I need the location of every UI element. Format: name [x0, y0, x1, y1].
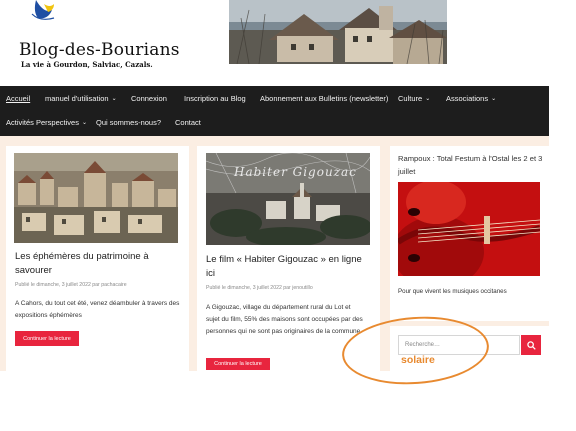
main-nav: Accueil manuel d'utilisation ⌄ Connexion …	[0, 86, 549, 136]
nav-label: Connexion	[131, 94, 167, 103]
header-photo	[229, 0, 447, 64]
nav-item-manuel[interactable]: manuel d'utilisation ⌄	[45, 94, 117, 103]
nav-label: Abonnement aux Bulletins (newsletter)	[260, 94, 389, 103]
nav-label: Accueil	[6, 94, 31, 103]
nav-label: Culture	[398, 94, 423, 103]
post-meta: Publié le dimanche, 3 juillet 2022 par j…	[206, 285, 313, 291]
nav-item-associations[interactable]: Associations ⌄	[446, 94, 496, 103]
nav-label: Contact	[175, 118, 201, 127]
post-title[interactable]: Les éphémères du patrimoine à savourer	[15, 250, 175, 277]
post-thumbnail[interactable]: Habiter Gigouzac	[206, 153, 370, 245]
chevron-down-icon: ⌄	[425, 96, 431, 102]
nav-item-culture[interactable]: Culture ⌄	[398, 94, 430, 103]
post-excerpt: A Gigouzac, village du département rural…	[206, 304, 363, 335]
nav-item-qui-sommes-nous[interactable]: Qui sommes-nous?	[96, 118, 161, 127]
search-icon	[526, 340, 536, 350]
next-post-title-cropped	[15, 364, 105, 368]
page: Blog-des-Bourians La vie à Gourdon, Salv…	[0, 0, 576, 431]
nav-item-newsletter[interactable]: Abonnement aux Bulletins (newsletter)	[260, 94, 388, 103]
search-button[interactable]	[521, 335, 541, 355]
widget-title[interactable]: Rampoux : Total Festum à l'Ostal les 2 e…	[398, 153, 544, 178]
site-title[interactable]: Blog-des-Bourians	[19, 40, 180, 60]
site-logo[interactable]	[30, 0, 60, 22]
annotation-text: solaire	[401, 354, 435, 366]
nav-label: Activités Perspectives	[6, 118, 79, 127]
nav-label: Qui sommes-nous?	[96, 118, 162, 127]
nav-item-activites[interactable]: Activités Perspectives ⌄	[6, 118, 87, 127]
chevron-down-icon: ⌄	[111, 96, 117, 102]
nav-label: manuel d'utilisation	[45, 94, 109, 103]
post-thumbnail[interactable]	[14, 153, 178, 243]
post-excerpt: A Cahors, du tout cet été, venez déambul…	[15, 300, 180, 319]
nav-item-contact[interactable]: Contact	[175, 118, 201, 127]
nav-label: Associations	[446, 94, 489, 103]
widget-caption: Pour que vivent les musiques occitanes	[398, 288, 507, 295]
continue-reading-button[interactable]: Continuer la lecture	[15, 331, 79, 346]
nav-item-accueil[interactable]: Accueil	[6, 94, 30, 103]
chevron-down-icon: ⌄	[491, 96, 497, 102]
image-caption: Habiter Gigouzac	[234, 165, 357, 179]
post-title[interactable]: Le film « Habiter Gigouzac » en ligne ic…	[206, 253, 372, 280]
nav-item-connexion[interactable]: Connexion	[131, 94, 167, 103]
chevron-down-icon: ⌄	[81, 120, 87, 126]
post-meta: Publié le dimanche, 3 juillet 2022 par p…	[15, 282, 127, 288]
nav-label: Inscription au Blog	[184, 94, 246, 103]
nav-item-inscription[interactable]: Inscription au Blog	[184, 94, 246, 103]
widget-image[interactable]	[398, 182, 540, 276]
continue-reading-button[interactable]: Continuer la lecture	[206, 358, 270, 370]
site-tagline: La vie à Gourdon, Salviac, Cazals.	[21, 60, 153, 69]
